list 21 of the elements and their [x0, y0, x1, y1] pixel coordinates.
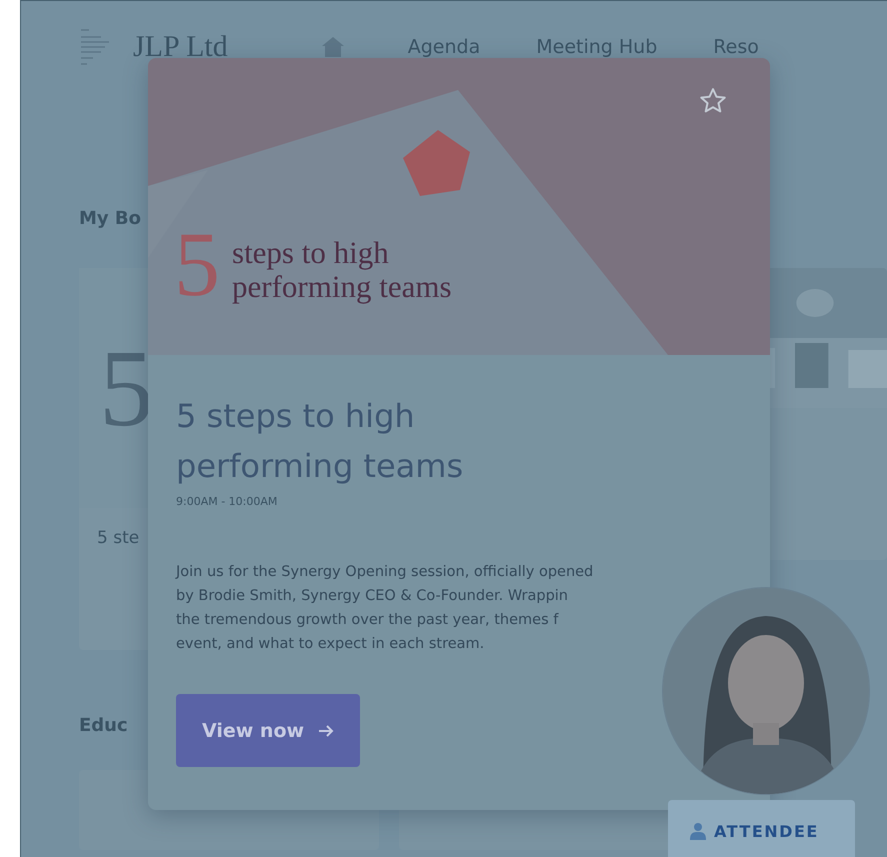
nav-link[interactable]: Agenda: [408, 36, 480, 58]
banner-text: performing teams: [232, 270, 452, 304]
description-line: event, and what to expect in each stream.: [176, 635, 486, 654]
role-label: ATTENDEE: [714, 822, 819, 841]
section-title: Educ: [79, 715, 128, 738]
session-time: 9:00AM - 10:00AM: [176, 495, 278, 508]
nav-link[interactable]: Meeting Hub: [536, 36, 658, 58]
description-line: by Brodie Smith, Synergy CEO & Co-Founder. Wrappin: [176, 587, 569, 606]
view-now-button[interactable]: View now: [176, 694, 360, 767]
session-title: performing teams: [176, 446, 464, 487]
logo-icon: [79, 27, 111, 67]
arrow-right-icon: [318, 724, 334, 738]
session-title: 5 steps to high: [176, 396, 416, 437]
section-title: My Bo: [79, 208, 141, 231]
banner-text: steps to high: [232, 236, 390, 270]
description-line: the tremendous growth over the past year, themes f: [176, 611, 560, 630]
nav-link[interactable]: Reso: [713, 36, 759, 58]
card-title: 5 ste: [96, 527, 140, 550]
person-icon: [690, 822, 706, 840]
home-icon[interactable]: [320, 35, 346, 59]
description-line: Join us for the Synergy Opening session, officially opened: [176, 563, 594, 582]
